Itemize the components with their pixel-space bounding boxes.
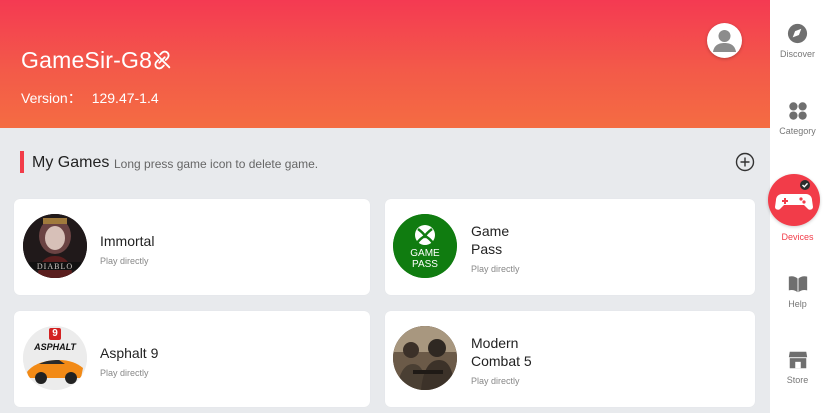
game-card-game-pass[interactable]: GAME PASS Game Pass Play directly	[385, 199, 755, 295]
game-pass-icon-line2: PASS	[412, 259, 438, 270]
sidebar-item-label: Help	[788, 299, 807, 309]
unlink-icon[interactable]	[151, 49, 173, 71]
sidebar-item-label: Category	[779, 126, 816, 136]
compass-icon	[787, 23, 808, 44]
game-name-line1: Modern	[471, 335, 519, 351]
version-label: Version：	[21, 90, 82, 106]
avatar[interactable]	[707, 23, 742, 58]
soldiers-icon	[393, 326, 457, 390]
game-card-immortal[interactable]: DIABLO Immortal Play directly	[14, 199, 370, 295]
store-icon	[788, 351, 807, 369]
user-icon	[713, 30, 736, 52]
gamepad-icon	[775, 180, 813, 210]
version-value: 129.47-1.4	[91, 90, 159, 106]
sidebar-item-discover[interactable]: Discover	[770, 22, 825, 59]
sidebar-item-help[interactable]: Help	[770, 273, 825, 309]
grid-icon	[788, 102, 807, 120]
game-icon-immortal: DIABLO	[23, 214, 87, 278]
svg-text:DIABLO: DIABLO	[37, 262, 73, 271]
game-name: Immortal	[100, 233, 155, 249]
game-name-line2: Pass	[471, 241, 503, 257]
sidebar-item-category[interactable]: Category	[770, 100, 825, 136]
book-icon	[788, 276, 807, 293]
game-subtitle: Play directly	[471, 264, 520, 274]
device-version: Version： 129.47-1.4	[21, 89, 159, 107]
game-pass-icon-line1: GAME	[410, 248, 440, 259]
game-subtitle: Play directly	[100, 256, 149, 266]
section-title: My Games	[32, 154, 110, 171]
sidebar-item-store[interactable]: Store	[770, 349, 825, 385]
asphalt-badge: 9	[52, 328, 58, 339]
game-subtitle: Play directly	[471, 376, 520, 386]
game-subtitle: Play directly	[100, 368, 149, 378]
sidebar-item-label: Devices	[781, 232, 814, 242]
game-name: Asphalt 9	[100, 345, 159, 361]
game-card-asphalt[interactable]: 9 ASPHALT Asphalt 9 Play directly	[14, 311, 370, 407]
game-name-line2: Combat 5	[471, 353, 532, 369]
plus-circle-icon[interactable]	[735, 152, 755, 172]
section-hint: Long press game icon to delete game.	[114, 157, 319, 171]
section-accent-bar	[20, 151, 24, 173]
asphalt-logo-text: ASPHALT	[34, 342, 76, 352]
device-name: GameSir-G8	[21, 47, 153, 73]
sidebar-item-devices-button[interactable]	[768, 174, 820, 226]
sidebar-item-devices[interactable]: Devices	[770, 232, 825, 242]
game-pass-icon-text: GAME PASS	[393, 248, 457, 270]
game-icon-modern-combat	[393, 326, 457, 390]
device-header: GameSir-G8 Version： 129.47-1.4	[0, 0, 770, 128]
sidebar-item-label: Discover	[779, 49, 815, 59]
game-name: Modern Combat 5	[471, 334, 532, 370]
game-card-modern-combat[interactable]: Modern Combat 5 Play directly	[385, 311, 755, 407]
sidebar-item-label: Store	[786, 375, 809, 385]
diablo-icon: DIABLO	[23, 214, 87, 278]
game-name: Game Pass	[471, 222, 509, 258]
game-name-line1: Game	[471, 223, 510, 239]
